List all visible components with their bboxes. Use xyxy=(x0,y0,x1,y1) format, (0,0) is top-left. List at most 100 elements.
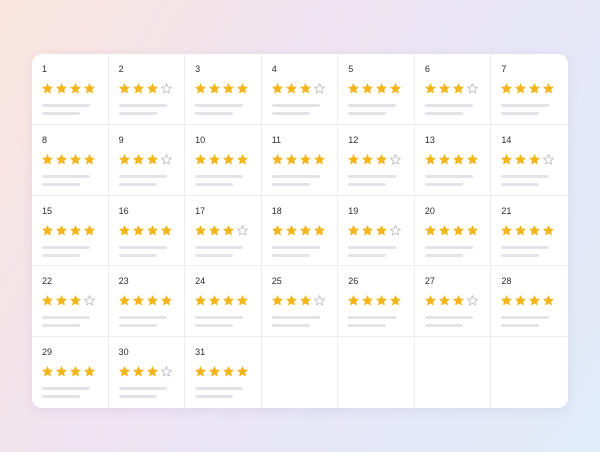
star-filled-icon xyxy=(390,295,402,306)
placeholder-line xyxy=(42,395,80,399)
placeholder-line xyxy=(42,182,80,186)
placeholder-line xyxy=(42,245,90,249)
day-cell-10[interactable]: 10 xyxy=(185,124,262,196)
day-cell-30[interactable]: 30 xyxy=(109,337,186,408)
star-rating xyxy=(425,224,481,236)
star-filled-icon xyxy=(118,154,130,165)
day-cell-14[interactable]: 14 xyxy=(491,125,568,196)
star-rating xyxy=(425,154,481,165)
day-cell-21[interactable]: 21 xyxy=(491,196,568,267)
day-cell-1[interactable]: 1 xyxy=(32,54,109,125)
day-cell-7[interactable]: 7 xyxy=(491,54,568,125)
star-filled-icon xyxy=(529,83,541,94)
star-filled-icon xyxy=(543,295,555,306)
day-cell-31[interactable]: 31 xyxy=(185,337,262,408)
star-filled-icon xyxy=(543,224,555,236)
placeholder-line xyxy=(271,316,320,320)
day-cell-4[interactable]: 4 xyxy=(261,54,339,125)
star-filled-icon xyxy=(42,154,53,165)
placeholder-line xyxy=(501,104,550,107)
star-rating xyxy=(118,366,175,377)
placeholder-line xyxy=(424,245,473,249)
star-filled-icon xyxy=(223,154,234,165)
star-rating xyxy=(501,224,558,236)
day-cell-6[interactable]: 6 xyxy=(414,54,492,125)
placeholder-line xyxy=(501,174,550,178)
star-filled-icon xyxy=(285,295,297,306)
star-filled-icon xyxy=(132,224,144,236)
day-cell-27[interactable]: 27 xyxy=(414,266,492,338)
star-filled-icon xyxy=(362,295,374,306)
star-filled-icon xyxy=(271,83,283,94)
star-empty-icon xyxy=(237,224,248,236)
day-cell-8[interactable]: 8 xyxy=(32,124,109,196)
placeholder-line xyxy=(42,387,90,391)
day-cell-29[interactable]: 29 xyxy=(32,337,109,408)
star-filled-icon xyxy=(42,295,53,306)
star-rating xyxy=(348,295,404,306)
day-cell-22[interactable]: 22 xyxy=(32,266,109,338)
day-number: 10 xyxy=(195,134,206,145)
placeholder-line xyxy=(195,316,244,320)
placeholder-line xyxy=(42,316,90,320)
star-rating xyxy=(501,153,558,165)
day-cell-28[interactable]: 28 xyxy=(491,266,568,338)
placeholder-line xyxy=(424,182,463,186)
day-cell-24[interactable]: 24 xyxy=(185,266,262,338)
day-cell-18[interactable]: 18 xyxy=(261,195,339,267)
placeholder-line xyxy=(348,112,387,115)
star-filled-icon xyxy=(299,154,311,165)
placeholder-line xyxy=(195,253,234,257)
day-cell-16[interactable]: 16 xyxy=(108,195,186,267)
day-cell-17[interactable]: 17 xyxy=(185,195,262,267)
placeholder-line xyxy=(348,245,397,249)
star-rating xyxy=(118,153,175,165)
star-filled-icon xyxy=(84,154,95,165)
placeholder-line xyxy=(42,174,90,178)
star-filled-icon xyxy=(376,295,388,306)
day-cell-19[interactable]: 19 xyxy=(338,195,415,267)
day-number: 17 xyxy=(195,205,206,216)
placeholder-line xyxy=(195,324,234,328)
star-filled-icon xyxy=(313,154,325,165)
star-filled-icon xyxy=(56,366,67,377)
day-cell-23[interactable]: 23 xyxy=(108,266,186,338)
star-filled-icon xyxy=(529,224,541,236)
day-cell-9[interactable]: 9 xyxy=(108,124,186,196)
placeholder-line xyxy=(195,245,244,249)
star-filled-icon xyxy=(237,295,248,306)
star-filled-icon xyxy=(84,366,95,377)
day-cell-3[interactable]: 3 xyxy=(185,54,262,125)
star-filled-icon xyxy=(237,366,248,377)
placeholder-line xyxy=(195,395,234,399)
star-filled-icon xyxy=(146,83,158,94)
rating-calendar-grid: 1 2 3 4 5 6 7 8 9 10 11 12 13 14 15 16 17 18 19 20 21 22 23 24 2… xyxy=(32,54,568,408)
day-number: 24 xyxy=(195,276,206,287)
star-filled-icon xyxy=(285,83,297,94)
placeholder-line xyxy=(195,182,234,186)
placeholder-line xyxy=(118,387,167,391)
star-filled-icon xyxy=(70,366,81,377)
day-cell-25[interactable]: 25 xyxy=(261,266,339,338)
star-rating xyxy=(501,295,558,306)
day-cell-20[interactable]: 20 xyxy=(414,195,492,267)
placeholder-line xyxy=(195,387,244,391)
star-filled-icon xyxy=(118,366,130,377)
star-rating xyxy=(42,83,98,94)
day-cell-15[interactable]: 15 xyxy=(32,195,109,267)
day-cell-12[interactable]: 12 xyxy=(338,124,415,196)
placeholder-line xyxy=(501,324,540,328)
day-cell-2[interactable]: 2 xyxy=(108,54,186,125)
star-filled-icon xyxy=(84,224,95,236)
day-cell-11[interactable]: 11 xyxy=(261,124,339,196)
placeholder-line xyxy=(118,104,167,107)
day-cell-5[interactable]: 5 xyxy=(338,54,415,125)
star-filled-icon xyxy=(195,295,206,306)
empty-day-cell xyxy=(262,337,339,408)
day-cell-26[interactable]: 26 xyxy=(338,266,415,338)
star-filled-icon xyxy=(313,224,325,236)
star-rating xyxy=(271,295,328,306)
day-cell-13[interactable]: 13 xyxy=(414,124,492,196)
star-empty-icon xyxy=(160,153,172,165)
star-filled-icon xyxy=(439,154,450,165)
